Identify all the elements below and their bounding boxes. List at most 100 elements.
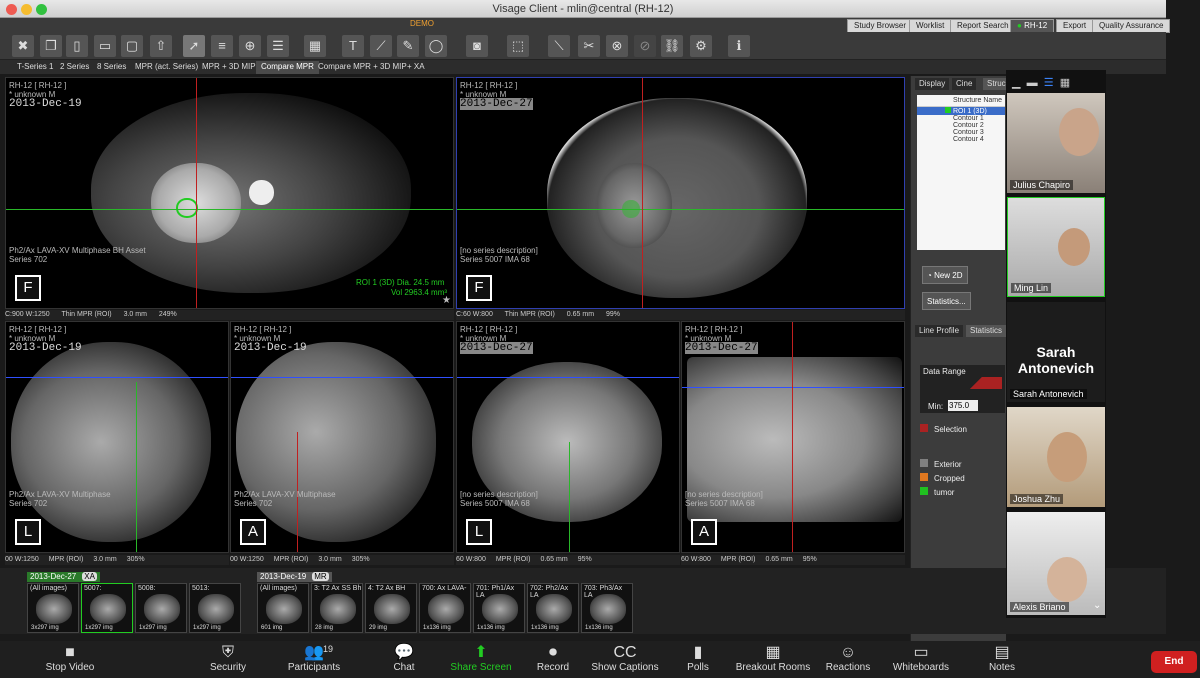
tab-rh-12[interactable]: ● RH-12 [1010,19,1055,33]
meeting-button-chat[interactable]: 💬 Chat [364,644,444,673]
participant-tile[interactable]: Julius Chapiro [1007,93,1105,193]
mpr-mode[interactable]: MPR (ROI) [274,556,309,563]
zoom-level[interactable]: 305% [127,556,145,563]
slice-thickness[interactable]: 3.0 mm [318,556,341,563]
layout-tab-compare-mpr[interactable]: Compare MPR [256,61,319,74]
gallery-icon[interactable]: ▬ [1027,77,1038,89]
series-thumbnail[interactable]: 5008: 1x297 img [135,583,187,633]
meeting-button-share-screen[interactable]: ⬆ Share Screen [441,644,521,673]
zoom-level[interactable]: 95% [578,556,592,563]
camera-icon[interactable]: ◙ [466,35,488,57]
layout-icon[interactable]: ▦ [304,35,326,57]
meeting-button-record[interactable]: ⏺ Record [513,644,593,673]
link-icon[interactable]: ⛓ [661,35,683,57]
view-controls[interactable]: ▁ ▬ ☰ ▦ [1012,76,1070,89]
roi-tool-icon[interactable]: ✂ [578,35,600,57]
tab-export[interactable]: Export [1056,19,1094,33]
legend-item[interactable]: tumor [920,486,965,500]
scroll-icon[interactable]: ≡ [211,35,233,57]
info-icon[interactable]: ℹ [728,35,750,57]
brush-icon[interactable]: ⟍ [548,35,570,57]
legend-item[interactable]: Cropped [920,472,965,486]
series-thumbnail[interactable]: 700: Ax LAVA- 1x136 img [419,583,471,633]
paste-icon[interactable]: ▭ [94,35,116,57]
mpr-mode[interactable]: MPR (ROI) [721,556,756,563]
cube-icon[interactable]: ⬚ [507,35,529,57]
meeting-button-whiteboards[interactable]: ▭ Whiteboards [881,644,961,673]
meeting-button-participants[interactable]: 👥 Participants 19 [274,644,354,673]
text-annotation-icon[interactable]: T [342,35,364,57]
series-thumbnail[interactable]: 701: Ph1/Ax LA 1x136 img [473,583,525,633]
series-thumbnail[interactable]: 5013: 1x297 img [189,583,241,633]
series-thumbnail[interactable]: 702: Ph2/Ax LA 1x136 img [527,583,579,633]
mpr-mode[interactable]: MPR (ROI) [49,556,84,563]
stack-icon[interactable]: ❐ [40,35,62,57]
layout-tab-xa[interactable]: + XA [402,61,430,74]
min-input[interactable]: 375.0 [948,400,978,411]
copy-icon[interactable]: ▯ [66,35,88,57]
link-settings-icon[interactable]: ⚙ [690,35,712,57]
series-thumbnail[interactable]: 703: Ph3/Ax LA 1x136 img [581,583,633,633]
viewport-4[interactable]: RH-12 [ RH-12 ] * unknown M 2013-Dec-19 … [230,321,454,553]
measure-icon[interactable]: ⟋ [370,35,392,57]
window-level-icon[interactable]: ☰ [267,35,289,57]
viewport-1[interactable]: RH-12 [ RH-12 ] * unknown M 2013-Dec-19 … [5,77,454,309]
mpr-mode[interactable]: MPR (ROI) [496,556,531,563]
grid-view-icon[interactable]: ▦ [1060,77,1070,89]
series-thumbnail[interactable]: 4: T2 Ax BH 29 img [365,583,417,633]
participant-tile[interactable]: Alexis Briano ⌄ [1007,512,1105,615]
print-icon[interactable]: ▢ [121,35,143,57]
layout-tab-8-series[interactable]: 8 Series [92,61,131,74]
layout-tab-mpr-3d-mip[interactable]: MPR + 3D MIP [197,61,261,74]
viewport-3[interactable]: RH-12 [ RH-12 ] * unknown M 2013-Dec-19 … [5,321,229,553]
tab-statistics[interactable]: Statistics [966,325,1007,337]
tab-quality-assurance[interactable]: Quality Assurance [1092,19,1171,33]
tab-display[interactable]: Display [915,78,950,90]
end-meeting-button[interactable]: End [1151,651,1197,673]
participant-tile[interactable]: Joshua Zhu [1007,407,1105,507]
new-2d-button[interactable]: ◔ New 2D [922,266,968,284]
slice-thickness[interactable]: 3.0 mm [93,556,116,563]
slice-thickness[interactable]: 0.65 mm [567,311,594,318]
layout-tab-compare-mpr-3d[interactable]: Compare MPR + 3D MIP [313,61,412,74]
zoom-level[interactable]: 95% [803,556,817,563]
export-icon[interactable]: ⇧ [150,35,172,57]
roi-edit-icon[interactable]: ⊗ [606,35,628,57]
series-thumbnail[interactable]: (All images) 601 img [257,583,309,633]
tab-cine[interactable]: Cine [952,78,977,90]
minimize-icon[interactable]: ▁ [1012,77,1020,89]
crosshair-icon[interactable]: ⊕ [239,35,261,57]
layout-tab-2-series[interactable]: 2 Series [55,61,94,74]
mpr-mode[interactable]: Thin MPR (ROI) [61,311,111,318]
speaker-view-icon[interactable]: ☰ [1044,77,1054,89]
slice-thickness[interactable]: 0.65 mm [765,556,792,563]
meeting-button-reactions[interactable]: ☺ Reactions [808,644,888,673]
tab-report-search[interactable]: Report Search [950,19,1016,33]
selection-row[interactable]: Selection [920,424,967,434]
tab-worklist[interactable]: Worklist [909,19,952,33]
zoom-level[interactable]: 305% [352,556,370,563]
star-icon[interactable]: ★ [442,296,451,306]
participant-tile[interactable]: Sarah Antonevich Sarah Antonevich [1007,302,1105,402]
structure-item[interactable]: Contour 3 [917,129,1005,136]
pen-icon[interactable]: ✎ [397,35,419,57]
mpr-mode[interactable]: Thin MPR (ROI) [505,311,555,318]
structure-item[interactable]: Contour 1 [917,115,1005,122]
slice-thickness[interactable]: 0.65 mm [540,556,567,563]
zoom-level[interactable]: 249% [159,311,177,318]
scroll-down-icon[interactable]: ⌄ [1093,600,1101,611]
meeting-button-notes[interactable]: ▤ Notes [962,644,1042,673]
layout-tab-t-series-1[interactable]: T-Series 1 [12,61,58,74]
tab-line-profile[interactable]: Line Profile [915,325,964,337]
meeting-button-stop-video[interactable]: ■ Stop Video [30,644,110,673]
legend-item[interactable]: Exterior [920,458,965,472]
lasso-icon[interactable]: ◯ [425,35,447,57]
structure-item[interactable]: ROI 1 (3D) [917,107,1005,115]
slice-thickness[interactable]: 3.0 mm [124,311,147,318]
layout-tab-mpr-act[interactable]: MPR (act. Series) [130,61,203,74]
zoom-level[interactable]: 99% [606,311,620,318]
tab-study-browser[interactable]: Study Browser [847,19,914,33]
series-thumbnail[interactable]: 5007: 1x297 img [81,583,133,633]
structure-item[interactable]: Contour 4 [917,136,1005,143]
participant-tile[interactable]: Ming Lin [1007,197,1105,297]
